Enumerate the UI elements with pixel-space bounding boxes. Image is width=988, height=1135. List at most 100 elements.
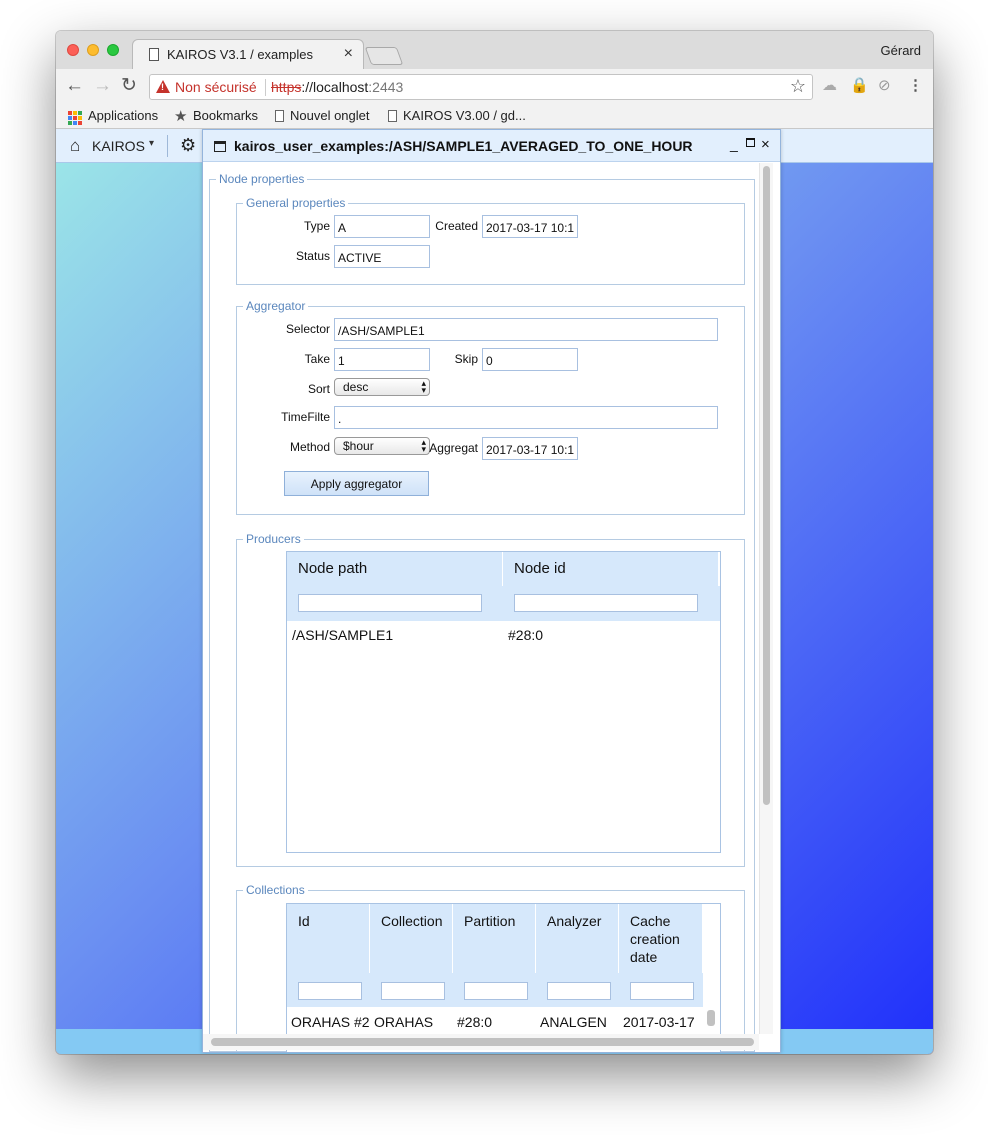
horizontal-scroll-thumb[interactable] [211,1038,754,1046]
sort-selected-value: desc [343,380,369,394]
grid-scrollbar-thumb[interactable] [707,1010,715,1026]
dialog-header[interactable]: kairos_user_examples:/ASH/SAMPLE1_AVERAG… [203,130,780,162]
created-label: Created [435,219,478,233]
column-header-id[interactable]: Id [287,904,370,973]
select-arrows-icon: ▴ ▾ [421,437,426,454]
filter-input-collection[interactable] [381,982,445,1000]
selector-label: Selector [285,322,330,336]
skip-field[interactable]: 0 [482,348,578,371]
table-cell[interactable]: ORAHAS [374,1014,453,1030]
vertical-scroll-thumb[interactable] [763,166,770,805]
browser-menu-icon[interactable]: ⋮ [908,77,923,95]
column-header-analyzer[interactable]: Analyzer [536,904,619,973]
node-dialog: kairos_user_examples:/ASH/SAMPLE1_AVERAG… [202,129,781,1053]
column-header-node-id[interactable]: Node id [503,552,719,586]
close-icon[interactable]: × [761,136,770,153]
bookmark-kairos[interactable]: KAIROS V3.00 / gd... [403,108,526,123]
browser-window: KAIROS V3.1 / examples × Gérard ← → ↻ No… [56,31,933,1054]
table-cell[interactable]: #28:0 [508,627,543,643]
lock-extension-icon[interactable]: 🔒 [850,77,869,95]
timefilter-label: TimeFilte [281,410,330,424]
bookmarks-star-icon: ★ [174,108,188,125]
vertical-scrollbar[interactable] [759,163,773,1034]
created-field[interactable]: 2017-03-17 10:1 [482,215,578,238]
apps-grid-dot [78,111,82,115]
general-properties-legend: General properties [246,196,346,210]
drive-extension-icon[interactable]: ☁ [822,77,837,95]
column-header-partition[interactable]: Partition [453,904,536,973]
timefilter-field[interactable]: . [334,406,718,429]
table-cell[interactable]: ANALGEN [540,1014,619,1030]
apply-aggregator-button[interactable]: Apply aggregator [284,471,429,496]
producers-legend: Producers [246,532,301,546]
table-cell[interactable]: 2017-03-17 [623,1014,702,1030]
apps-grid-dot [78,116,82,120]
type-field[interactable]: A [334,215,430,238]
bookmark-star-icon[interactable]: ☆ [790,76,806,97]
apps-grid-dot [73,116,77,120]
status-field[interactable]: ACTIVE [334,245,430,268]
url-separator: :// [301,79,314,95]
maximize-icon[interactable] [746,138,755,147]
tab-title: KAIROS V3.1 / examples [167,47,313,62]
bookmark-applications[interactable]: Applications [88,108,158,123]
table-cell[interactable]: /ASH/SAMPLE1 [292,627,393,643]
url-port: :2443 [368,79,404,95]
aggregat-label: Aggregat [429,441,478,455]
apps-grid-dot [68,116,72,120]
minimize-window-button[interactable] [87,44,99,56]
address-bar[interactable]: Non sécurisé https://localhost:2443 ☆ [149,74,813,100]
app-menu-kairos[interactable]: KAIROS [92,138,145,154]
reload-icon[interactable]: ↻ [121,75,137,97]
menubar-divider [167,135,168,157]
producers-grid: Node path Node id /ASH/SAMPLE1 #28:0 [286,551,721,853]
selector-field[interactable]: /ASH/SAMPLE1 [334,318,718,341]
method-select[interactable]: $hour ▴ ▾ [334,437,430,455]
filter-input-cache-date[interactable] [630,982,694,1000]
compass-extension-icon[interactable]: ⊘ [878,77,891,95]
apps-grid-dot [68,111,72,115]
filter-input-analyzer[interactable] [547,982,611,1000]
minimize-icon[interactable]: _ [730,136,738,152]
page-icon [388,110,397,122]
caret-down-icon[interactable]: ▾ [149,138,154,149]
browser-toolbar: ← → ↻ Non sécurisé https://localhost:244… [56,69,933,104]
security-label[interactable]: Non sécurisé [175,79,257,95]
new-tab-button[interactable] [364,47,404,65]
collections-grid: Id Collection Partition Analyzer Cache c… [286,903,721,1052]
table-cell[interactable]: #28:0 [457,1014,536,1030]
filter-input-node-path[interactable] [298,594,482,612]
horizontal-scrollbar[interactable] [203,1034,759,1050]
home-icon[interactable]: ⌂ [70,136,80,156]
warning-icon [156,80,170,93]
apps-grid-dot [68,121,72,125]
column-header-cache-creation-date[interactable]: Cache creation date [619,904,703,973]
zoom-window-button[interactable] [107,44,119,56]
filter-input-node-id[interactable] [514,594,698,612]
url-text[interactable]: https://localhost:2443 [271,79,403,95]
take-field[interactable]: 1 [334,348,430,371]
take-label: Take [304,352,330,366]
column-header-collection[interactable]: Collection [370,904,453,973]
forward-arrow-icon[interactable]: → [93,75,112,97]
close-window-button[interactable] [67,44,79,56]
back-arrow-icon[interactable]: ← [65,75,84,97]
apps-grid-dot [73,111,77,115]
tab-close-icon[interactable]: × [344,45,353,63]
bookmarks-bar: Applications ★ Bookmarks Nouvel onglet K… [56,104,933,129]
table-cell[interactable]: ORAHAS #2 [291,1014,370,1030]
bookmark-folder-bookmarks[interactable]: Bookmarks [193,108,258,123]
dialog-title: kairos_user_examples:/ASH/SAMPLE1_AVERAG… [234,138,693,154]
column-header-node-path[interactable]: Node path [287,552,503,586]
node-properties-legend: Node properties [219,172,305,186]
page-icon [149,48,159,61]
aggregat-field[interactable]: 2017-03-17 10:1 [482,437,578,460]
profile-name[interactable]: Gérard [881,43,921,58]
filter-input-partition[interactable] [464,982,528,1000]
sort-select[interactable]: desc ▴ ▾ [334,378,430,396]
gear-icon[interactable]: ⚙ [180,135,196,156]
apps-grid-dot [78,121,82,125]
bookmark-nouvel-onglet[interactable]: Nouvel onglet [290,108,370,123]
browser-tab[interactable]: KAIROS V3.1 / examples × [132,39,364,69]
filter-input-id[interactable] [298,982,362,1000]
